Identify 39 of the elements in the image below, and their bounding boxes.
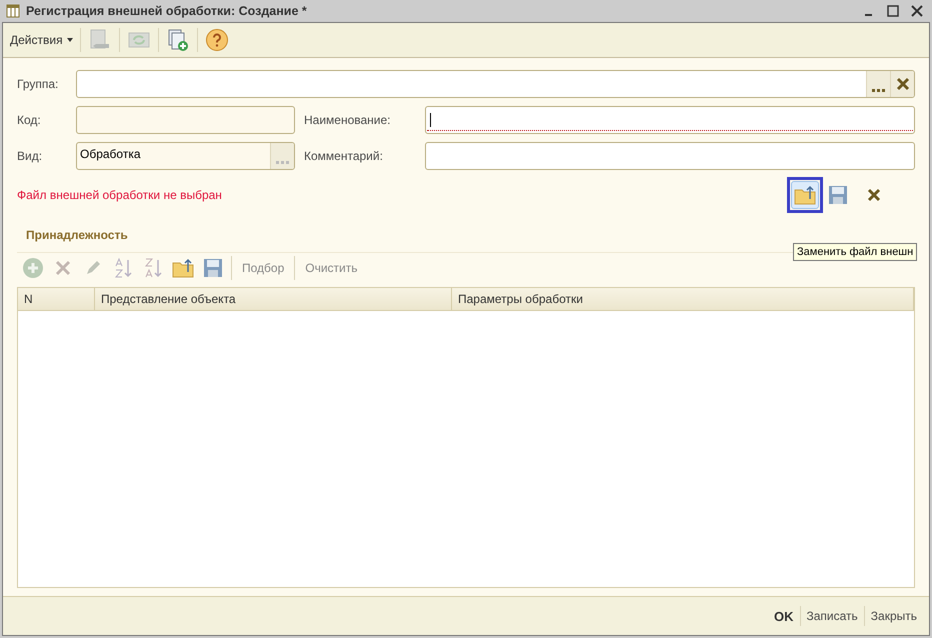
text-field[interactable] xyxy=(425,142,915,170)
pencil-icon xyxy=(84,259,102,277)
field-label: Комментарий: xyxy=(303,149,384,163)
column-header[interactable]: Представление объекта xyxy=(95,288,452,310)
app-icon xyxy=(6,4,20,18)
maximize-button[interactable] xyxy=(887,5,899,17)
column-header[interactable]: Параметры обработки xyxy=(452,288,914,310)
column-header[interactable]: N xyxy=(18,288,95,310)
caret-icon xyxy=(66,38,73,42)
select-field[interactable] xyxy=(76,70,915,98)
field-label: Вид: xyxy=(17,149,44,163)
dialog-button[interactable]: OK xyxy=(768,606,800,626)
text-field[interactable] xyxy=(425,106,915,134)
field-label: Код: xyxy=(17,113,42,127)
field-label: Наименование: xyxy=(303,113,392,127)
copy-add-icon xyxy=(166,28,190,52)
field-label: Группа: xyxy=(17,77,60,91)
clear-icon xyxy=(896,77,910,91)
help-icon xyxy=(204,28,229,52)
file-status-text: Файл внешней обработки не выбран xyxy=(17,188,223,202)
table-toolbar-button[interactable] xyxy=(201,256,225,280)
dialog-button[interactable]: Закрыть xyxy=(864,606,923,626)
sort-descending-icon xyxy=(143,257,163,279)
clear-button[interactable] xyxy=(890,71,914,97)
folder-arrow-icon xyxy=(794,185,816,205)
clear-icon xyxy=(867,188,881,202)
replace-file-button[interactable] xyxy=(787,177,823,213)
folder-arrow-icon xyxy=(172,258,194,278)
add-icon xyxy=(22,257,44,279)
tooltip: Заменить файл внешн xyxy=(793,243,918,261)
dialog-button[interactable]: Записать xyxy=(800,606,864,626)
actions-menu[interactable]: Действия xyxy=(7,31,76,49)
section-title: Принадлежность xyxy=(25,227,129,244)
close-button[interactable] xyxy=(911,5,923,17)
delete-icon xyxy=(54,259,72,277)
window-title: Регистрация внешней обработки: Создание * xyxy=(26,4,308,18)
table-toolbar-button[interactable] xyxy=(171,256,195,280)
sort-ascending-icon xyxy=(113,257,133,279)
choose-button[interactable] xyxy=(866,71,890,97)
